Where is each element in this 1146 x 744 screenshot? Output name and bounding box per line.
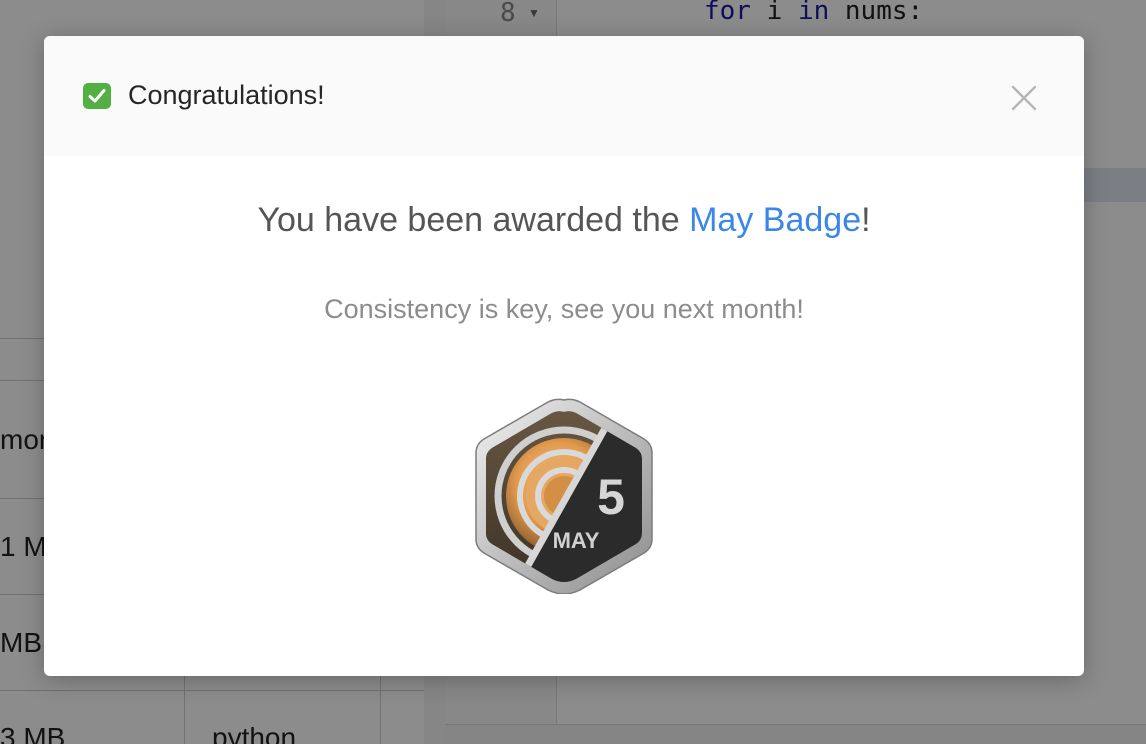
modal-title: Congratulations! — [128, 80, 325, 110]
award-prefix: You have been awarded the — [257, 201, 690, 239]
award-suffix: ! — [861, 201, 871, 239]
badge-name-link[interactable]: May Badge — [689, 201, 861, 239]
page: mor 1 M MB 3 MB python 8 ▼ for i in nums… — [0, 0, 1146, 744]
award-message: You have been awarded the May Badge! — [44, 201, 1084, 240]
may-badge: 5 MAY — [472, 398, 656, 595]
badge-icon: 5 MAY — [475, 398, 653, 595]
check-mark-icon — [83, 83, 111, 109]
close-button[interactable] — [1006, 80, 1042, 116]
modal-subtitle: Consistency is key, see you next month! — [324, 294, 804, 324]
award-modal: Congratulations! You have been awarded t… — [44, 36, 1084, 676]
close-icon — [1011, 85, 1037, 111]
badge-month: MAY — [553, 528, 600, 553]
modal-header: Congratulations! — [44, 36, 1084, 156]
badge-number: 5 — [597, 469, 625, 525]
